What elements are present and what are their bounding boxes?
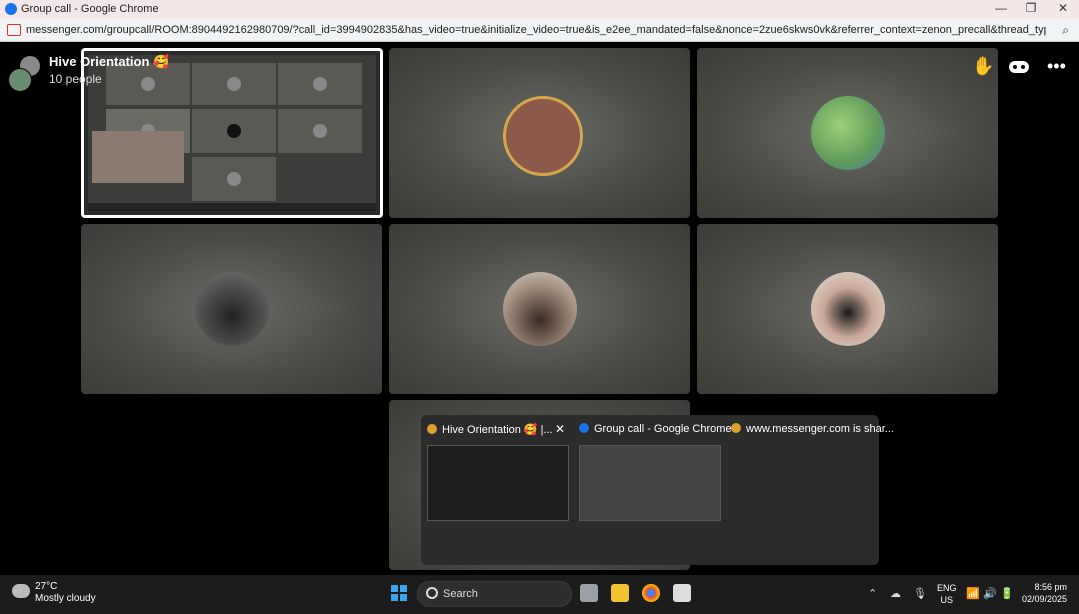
preview-thumbnail [427, 445, 569, 521]
mini-tile [192, 109, 276, 153]
window-title-bar: Group call - Google Chrome — ❐ ✕ [0, 0, 1079, 19]
search-label: Search [443, 588, 478, 600]
webcam-feed [92, 131, 184, 183]
preview-window[interactable]: www.messenger.com is shar... [725, 415, 894, 565]
cloud-sync-icon[interactable]: ☁ [890, 587, 901, 600]
people-count[interactable]: 10 people [49, 72, 102, 86]
preview-window[interactable]: Group call - Google Chrome [573, 415, 732, 565]
file-explorer-icon[interactable] [611, 584, 629, 602]
battery-icon[interactable]: 🔋 [1000, 587, 1014, 600]
cloud-icon [12, 584, 30, 598]
participant-avatar [194, 272, 269, 346]
participant-tile[interactable] [389, 48, 690, 218]
taskbar-preview-popup: Hive Orientation 🥰 |... ✕ Group call - G… [421, 415, 894, 565]
zoom-icon[interactable]: ⌕ [1062, 23, 1069, 38]
wifi-icon[interactable]: 📶 [966, 587, 980, 600]
language-indicator[interactable]: ENG US [937, 582, 957, 606]
more-options-icon[interactable]: ••• [1047, 56, 1066, 77]
messenger-icon [579, 423, 589, 433]
mini-tile [192, 63, 276, 105]
search-icon [426, 587, 438, 599]
preview-title: Hive Orientation 🥰 |... [427, 423, 553, 436]
url-text[interactable]: messenger.com/groupcall/ROOM:89044921629… [26, 24, 1046, 36]
group-name[interactable]: Hive Orientation 🥰 [49, 54, 169, 70]
preview-title: Group call - Google Chrome [579, 423, 732, 435]
participant-tile[interactable] [697, 224, 998, 394]
raise-hand-icon[interactable]: ✋ [972, 56, 994, 77]
clock[interactable]: 8:56 pm 02/09/2025 [1022, 581, 1067, 605]
camera-in-use-icon[interactable] [7, 24, 21, 36]
self-view-tile[interactable] [81, 48, 383, 218]
microphone-icon[interactable]: 🎙 [913, 587, 927, 600]
mini-taskbar [88, 203, 376, 211]
taskbar-search[interactable]: Search [417, 581, 572, 607]
weather-condition: Mostly cloudy [35, 593, 96, 604]
window-title: Group call - Google Chrome [21, 3, 159, 15]
preview-thumbnail [731, 445, 871, 519]
close-preview-icon[interactable]: ✕ [555, 422, 565, 436]
mini-tile [192, 157, 276, 201]
effects-icon[interactable] [1008, 58, 1030, 79]
participant-tile[interactable] [697, 48, 998, 218]
address-bar[interactable]: messenger.com/groupcall/ROOM:89044921629… [0, 19, 1079, 42]
start-button[interactable] [391, 585, 407, 601]
taskbar: 27°C Mostly cloudy Search ⌃ ☁ 🎙 ENG US 📶… [0, 575, 1079, 614]
group-avatar[interactable] [8, 56, 42, 92]
chrome-icon [5, 3, 17, 15]
participant-tile[interactable] [81, 224, 382, 394]
mini-tile [278, 109, 362, 153]
snipping-tool-icon[interactable] [673, 584, 691, 602]
show-hidden-icons[interactable]: ⌃ [868, 587, 877, 600]
task-view-icon[interactable] [580, 584, 598, 602]
chrome-icon [427, 424, 437, 434]
participant-avatar [502, 272, 577, 346]
participant-avatar [502, 96, 583, 176]
participant-tile[interactable] [389, 224, 690, 394]
weather-temp: 27°C [35, 581, 58, 592]
participant-avatar [810, 272, 885, 346]
restore-button[interactable]: ❐ [1021, 1, 1041, 15]
chrome-taskbar-icon[interactable] [642, 584, 660, 602]
minimize-button[interactable]: — [991, 1, 1011, 15]
preview-window[interactable]: Hive Orientation 🥰 |... ✕ [421, 415, 573, 565]
screen-share-content [88, 55, 376, 211]
close-window-button[interactable]: ✕ [1053, 1, 1073, 15]
participant-avatar [810, 96, 885, 170]
mini-tile [278, 63, 362, 105]
preview-thumbnail [579, 445, 721, 521]
volume-icon[interactable]: 🔊 [983, 587, 997, 600]
preview-title: www.messenger.com is shar... [731, 423, 894, 435]
chrome-icon [731, 423, 741, 433]
